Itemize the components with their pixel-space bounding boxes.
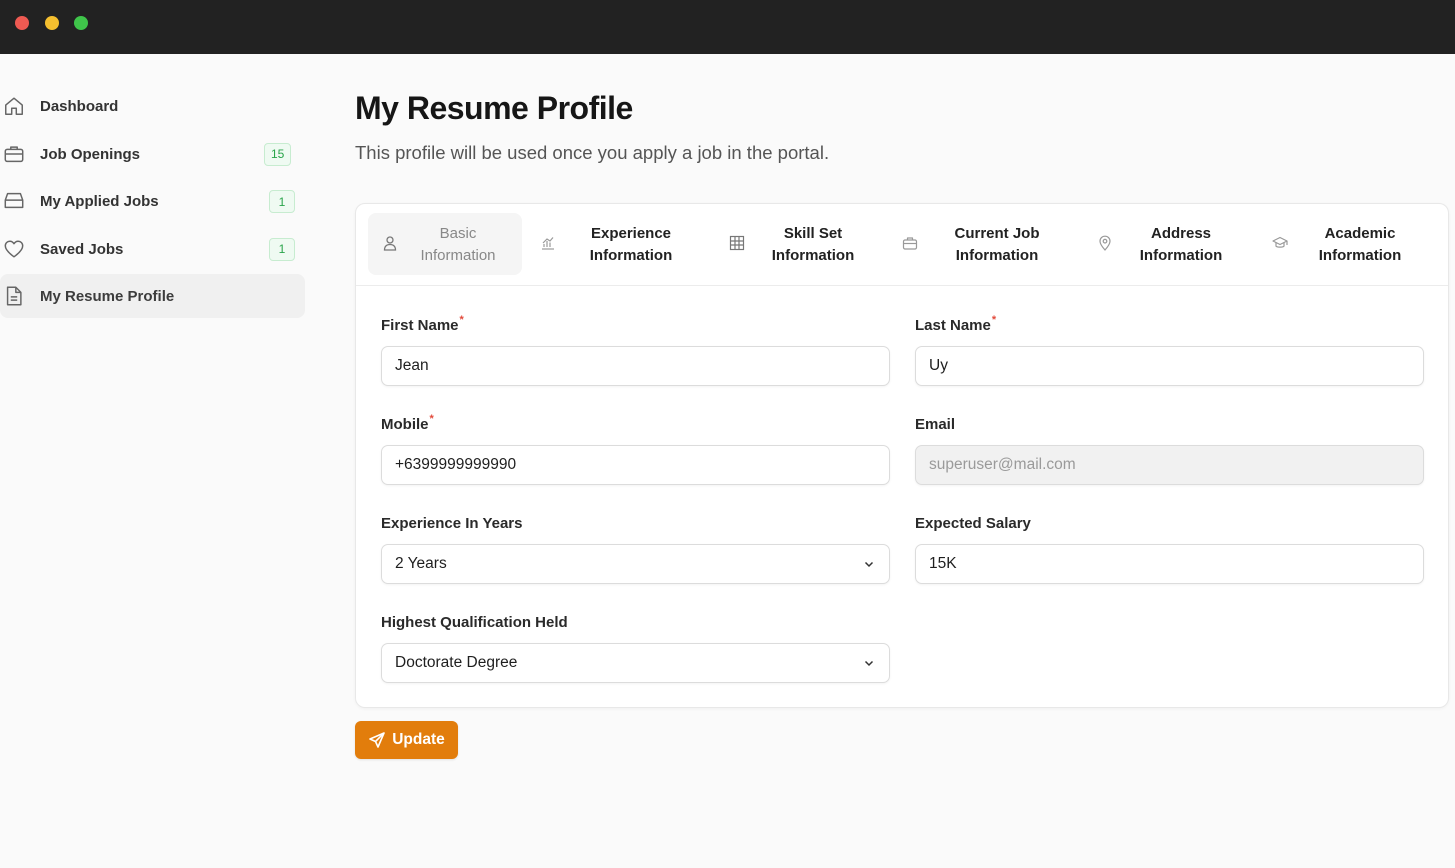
last-name-field[interactable]: Uy: [915, 346, 1424, 386]
email-field[interactable]: superuser@mail.com: [915, 445, 1424, 485]
update-button-label: Update: [392, 731, 445, 748]
close-window-button[interactable]: [15, 16, 29, 30]
home-icon: [3, 95, 25, 117]
required-marker: *: [459, 314, 464, 326]
chart-icon: [540, 235, 556, 251]
inbox-icon: [3, 190, 25, 212]
tab-bar: Basic Information Experience Information…: [356, 204, 1448, 286]
document-icon: [3, 285, 25, 307]
mobile-label: Mobile*: [381, 413, 434, 433]
grid-icon: [729, 235, 745, 251]
experience-years-value: 2 Years: [395, 555, 447, 572]
last-name-label: Last Name*: [915, 314, 997, 334]
required-marker: *: [429, 413, 434, 425]
first-name-label: First Name*: [381, 314, 464, 334]
tab-skill-set-information[interactable]: Skill Set Information: [718, 213, 888, 275]
sidebar-item-job-openings[interactable]: Job Openings 15: [0, 132, 305, 176]
user-icon: [382, 235, 398, 251]
chevron-down-icon: [863, 657, 875, 669]
experience-years-label: Experience In Years: [381, 515, 523, 532]
required-marker: *: [991, 314, 997, 326]
tab-label: Basic Information: [420, 225, 496, 264]
heart-icon: [3, 238, 25, 260]
sidebar-item-saved-jobs[interactable]: Saved Jobs 1: [0, 227, 305, 271]
sidebar-item-label: My Resume Profile: [40, 288, 175, 305]
expected-salary-label: Expected Salary: [915, 515, 1031, 532]
tab-academic-information[interactable]: Academic Information: [1266, 213, 1441, 275]
minimize-window-button[interactable]: [45, 16, 59, 30]
tab-label: Academic Information: [1318, 225, 1402, 264]
email-label: Email: [915, 416, 956, 433]
sidebar-item-dashboard[interactable]: Dashboard: [0, 84, 305, 128]
graduation-cap-icon: [1272, 235, 1288, 251]
tab-label: Address Information: [1139, 225, 1223, 264]
count-badge: 15: [264, 142, 292, 166]
sidebar-item-label: My Applied Jobs: [40, 193, 159, 210]
tab-experience-information[interactable]: Experience Information: [531, 213, 701, 275]
first-name-field[interactable]: Jean: [381, 346, 890, 386]
highest-qualification-select[interactable]: Doctorate Degree: [381, 643, 890, 683]
experience-years-select[interactable]: 2 Years: [381, 544, 890, 584]
page-title: My Resume Profile: [355, 90, 633, 126]
tab-label: Current Job Information: [954, 225, 1040, 264]
highest-qualification-value: Doctorate Degree: [395, 654, 518, 671]
highest-qualification-label: Highest Qualification Held: [381, 614, 568, 631]
maximize-window-button[interactable]: [74, 16, 88, 30]
sidebar: Dashboard Job Openings 15 My Applied Job…: [0, 84, 305, 322]
sidebar-item-label: Saved Jobs: [40, 240, 124, 258]
tab-address-information[interactable]: Address Information: [1091, 213, 1266, 275]
expected-salary-field[interactable]: 15K: [915, 544, 1424, 584]
briefcase-icon: [902, 235, 918, 251]
send-icon: [368, 731, 386, 749]
sidebar-item-label: Job Openings: [40, 145, 141, 163]
chevron-down-icon: [863, 558, 875, 570]
sidebar-item-my-applied-jobs[interactable]: My Applied Jobs 1: [0, 179, 305, 223]
map-pin-icon: [1097, 235, 1113, 251]
tab-basic-information[interactable]: Basic Information: [368, 213, 522, 275]
tab-label: Skill Set Information: [771, 225, 855, 264]
briefcase-icon: [3, 143, 25, 165]
tab-current-job-information[interactable]: Current Job Information: [896, 213, 1076, 275]
tab-label: Experience Information: [589, 225, 673, 264]
window-titlebar: [0, 0, 1455, 54]
resume-profile-card: Basic Information Experience Information…: [355, 203, 1449, 708]
page-subtitle: This profile will be used once you apply…: [355, 142, 830, 163]
count-badge: 1: [269, 190, 295, 213]
count-badge: 1: [269, 237, 295, 261]
mobile-field[interactable]: +6399999999990: [381, 445, 890, 485]
sidebar-item-my-resume-profile[interactable]: My Resume Profile: [0, 274, 305, 318]
update-button[interactable]: Update: [355, 721, 458, 759]
sidebar-item-label: Dashboard: [40, 98, 119, 115]
